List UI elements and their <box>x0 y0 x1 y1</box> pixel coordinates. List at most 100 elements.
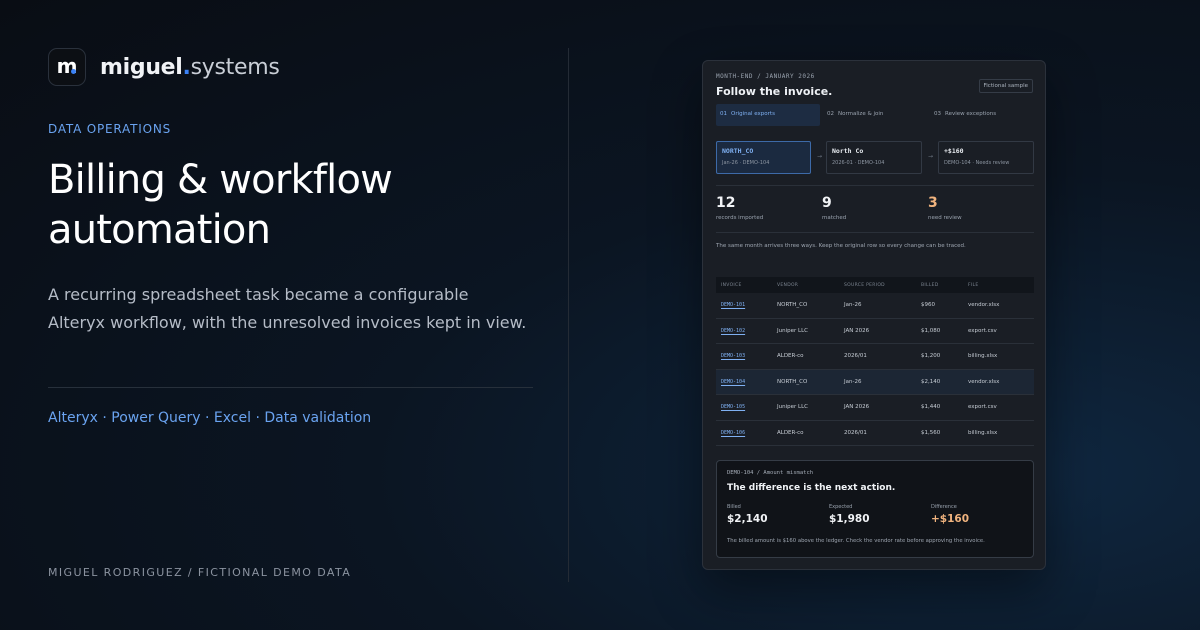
table-header: INVOICE VENDOR SOURCE PERIOD BILLED FILE <box>716 277 1034 293</box>
metric-label: Expected <box>829 504 853 510</box>
column-header-file: FILE <box>968 282 979 288</box>
section-eyebrow: DATA OPERATIONS <box>48 122 172 136</box>
exception-detail-panel: DEMO-104 / Amount mismatch The differenc… <box>716 460 1034 558</box>
table-row[interactable]: DEMO-105 Juniper LLC JAN 2026 $1,440 exp… <box>716 395 1034 421</box>
period-cell: Jan-26 <box>844 378 862 385</box>
brand-name-rest: systems <box>190 54 280 80</box>
arrow-right-icon: → <box>928 153 934 160</box>
vendor-cell: ALDER-co <box>777 353 804 360</box>
flow-step-exception[interactable]: +$160 DEMO-104 · Needs review <box>938 141 1034 174</box>
tab-label: Review exceptions <box>945 111 997 117</box>
detail-footer: The billed amount is $160 above the ledg… <box>727 538 985 544</box>
arrow-right-icon: → <box>817 153 823 160</box>
tools-list: Alteryx · Power Query · Excel · Data val… <box>48 410 372 426</box>
metric-value: $2,140 <box>727 513 768 525</box>
flow-step-title: +$160 <box>944 147 964 155</box>
billed-cell: $1,080 <box>921 327 941 334</box>
brand-logo[interactable]: m miguel.systems <box>48 48 280 86</box>
flow-step-title: NORTH_CO <box>722 147 754 155</box>
brand-mark-icon: m <box>48 48 86 86</box>
tab-original-exports[interactable]: 01 Original exports <box>716 104 820 126</box>
period-cell: Jan-26 <box>844 302 862 309</box>
column-header-billed: BILLED <box>921 282 939 288</box>
table-row-selected[interactable]: DEMO-104 NORTH_CO Jan-26 $2,140 vendor.x… <box>716 369 1034 395</box>
metric-value: +$160 <box>931 513 970 525</box>
flow-step-normalized[interactable]: North Co 2026-01 · DEMO-104 <box>826 141 922 174</box>
flow-step-title: North Co <box>832 147 864 155</box>
file-cell: export.csv <box>968 327 997 334</box>
column-header-invoice: INVOICE <box>721 282 742 288</box>
metric-expected: Expected $1,980 <box>829 504 870 525</box>
tab-normalize-join[interactable]: 02 Normalize & join <box>820 104 927 126</box>
period-cell: JAN 2026 <box>844 327 870 334</box>
period-cell: 2026/01 <box>844 429 867 436</box>
table-row[interactable]: DEMO-101 NORTH_CO Jan-26 $960 vendor.xls… <box>716 293 1034 319</box>
left-divider <box>48 387 533 388</box>
stat-need-review: 3 need review <box>928 195 962 221</box>
tab-review-exceptions[interactable]: 03 Review exceptions <box>927 104 1034 126</box>
card-divider <box>716 232 1034 233</box>
tab-number: 02 <box>827 111 834 117</box>
table-row[interactable]: DEMO-106 ALDER-co 2026/01 $1,560 billing… <box>716 421 1034 446</box>
brand-name: miguel.systems <box>100 55 280 80</box>
brand-mark-letter: m <box>56 54 78 78</box>
stat-imported: 12 records imported <box>716 195 763 221</box>
invoice-link[interactable]: DEMO-106 <box>716 430 777 436</box>
invoice-link[interactable]: DEMO-102 <box>716 328 777 334</box>
invoice-link[interactable]: DEMO-101 <box>716 302 777 308</box>
page-description: A recurring spreadsheet task became a co… <box>48 285 527 332</box>
billed-cell: $1,560 <box>921 429 941 436</box>
invoice-flow: NORTH_CO Jan-26 · DEMO-104 → North Co 20… <box>716 141 1034 174</box>
step-tabs: 01 Original exports 02 Normalize & join 03… <box>716 104 1034 126</box>
card-title: Follow the invoice. <box>716 85 833 98</box>
vendor-cell: NORTH_CO <box>777 302 808 309</box>
stat-label: need review <box>928 215 962 221</box>
page-footer: MIGUEL RODRIGUEZ / FICTIONAL DEMO DATA <box>48 566 352 579</box>
invoice-link[interactable]: DEMO-103 <box>716 353 777 359</box>
file-cell: billing.xlsx <box>968 429 998 436</box>
period-cell: 2026/01 <box>844 353 867 360</box>
column-divider <box>568 48 569 582</box>
billed-cell: $1,200 <box>921 353 941 360</box>
card-eyebrow: MONTH-END / JANUARY 2026 <box>716 73 815 80</box>
stat-value: 12 <box>716 195 736 211</box>
table-row[interactable]: DEMO-102 Juniper LLC JAN 2026 $1,080 exp… <box>716 319 1034 344</box>
billed-cell: $960 <box>921 302 935 309</box>
invoice-card: MONTH-END / JANUARY 2026 Follow the invo… <box>702 60 1046 570</box>
brand-name-bold: miguel <box>100 54 183 80</box>
vendor-cell: NORTH_CO <box>777 378 808 385</box>
card-divider <box>716 185 1034 186</box>
tab-label: Original exports <box>731 111 775 117</box>
file-cell: billing.xlsx <box>968 353 998 360</box>
file-cell: vendor.xlsx <box>968 378 1000 385</box>
stat-label: records imported <box>716 215 764 221</box>
stat-matched: 9 matched <box>822 195 846 221</box>
tab-number: 01 <box>720 111 727 117</box>
detail-eyebrow: DEMO-104 / Amount mismatch <box>727 470 814 476</box>
flow-step-meta: DEMO-104 · Needs review <box>944 160 1010 166</box>
flow-step-source[interactable]: NORTH_CO Jan-26 · DEMO-104 <box>716 141 811 174</box>
billed-cell: $1,440 <box>921 404 941 411</box>
vendor-cell: Juniper LLC <box>777 404 808 411</box>
metric-difference: Difference +$160 <box>931 504 969 525</box>
tab-label: Normalize & join <box>838 111 884 117</box>
file-cell: export.csv <box>968 404 997 411</box>
stat-value: 3 <box>928 195 938 211</box>
metric-value: $1,980 <box>829 513 870 525</box>
metric-label: Billed <box>727 504 741 510</box>
invoice-link[interactable]: DEMO-104 <box>716 379 777 385</box>
invoice-link[interactable]: DEMO-105 <box>716 404 777 410</box>
card-note: The same month arrives three ways. Keep … <box>716 243 966 249</box>
page-title: Billing & workflow automation <box>48 157 393 253</box>
detail-title: The difference is the next action. <box>727 483 896 493</box>
brand-name-dot: . <box>182 54 191 80</box>
invoice-table: INVOICE VENDOR SOURCE PERIOD BILLED FILE… <box>716 277 1034 446</box>
file-cell: vendor.xlsx <box>968 302 1000 309</box>
metric-label: Difference <box>931 504 957 510</box>
sample-badge: Fictional sample <box>978 79 1033 93</box>
brand-mark-dot <box>71 69 76 74</box>
table-row[interactable]: DEMO-103 ALDER-co 2026/01 $1,200 billing… <box>716 344 1034 370</box>
stats-row: 12 records imported 9 matched 3 need rev… <box>716 195 1034 225</box>
metric-billed: Billed $2,140 <box>727 504 768 525</box>
column-header-source-period: SOURCE PERIOD <box>844 282 885 288</box>
